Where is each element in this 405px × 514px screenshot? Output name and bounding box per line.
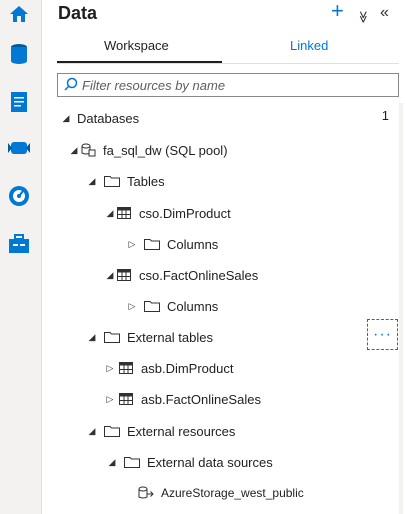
panel-title: Data bbox=[58, 3, 98, 23]
develop-icon[interactable] bbox=[5, 88, 33, 116]
expanded-caret-icon[interactable]: ◢ bbox=[87, 332, 97, 343]
databases-count: 1 bbox=[381, 108, 389, 123]
tree-item-azure-storage[interactable]: AzureStorage_west_public bbox=[137, 482, 304, 504]
tree-item-label: AzureStorage_west_public bbox=[161, 486, 304, 500]
tree-item-label: asb.DimProduct bbox=[141, 360, 234, 376]
expanded-caret-icon[interactable]: ◢ bbox=[105, 270, 115, 281]
tab-workspace[interactable]: Workspace bbox=[104, 38, 169, 53]
folder-icon bbox=[143, 299, 161, 313]
tree-item-databases[interactable]: ◢ Databases bbox=[61, 107, 140, 129]
tree-item-label: External resources bbox=[127, 423, 236, 439]
expanded-caret-icon[interactable]: ◢ bbox=[87, 176, 97, 187]
tree-item-sql-pool[interactable]: ◢ fa_sql_dw (SQL pool) bbox=[69, 139, 228, 161]
monitor-icon[interactable] bbox=[5, 182, 33, 210]
table-icon bbox=[117, 361, 135, 375]
tree-item-label: Columns bbox=[167, 298, 219, 314]
expanded-caret-icon[interactable]: ◢ bbox=[61, 113, 71, 124]
expanded-caret-icon[interactable]: ◢ bbox=[87, 426, 97, 437]
tab-divider bbox=[57, 63, 399, 64]
tree-item-asb-fact-online-sales[interactable]: ▷ asb.FactOnlineSales bbox=[105, 388, 261, 410]
tree-item-label: cso.FactOnlineSales bbox=[139, 267, 259, 283]
tree-item-dim-product[interactable]: ◢ cso.DimProduct bbox=[105, 202, 231, 224]
collapsed-caret-icon[interactable]: ▷ bbox=[105, 394, 115, 405]
filter-input[interactable] bbox=[82, 76, 382, 94]
tree-item-label: Tables bbox=[127, 173, 165, 189]
tree-item-fact-online-sales[interactable]: ◢ cso.FactOnlineSales bbox=[105, 264, 259, 286]
resource-tree: ◢ Databases ◢ fa_sql_dw (SQL pool) ◢ Tab… bbox=[57, 103, 399, 514]
search-icon bbox=[64, 77, 78, 96]
add-resource-icon[interactable]: + bbox=[331, 0, 344, 22]
manage-icon[interactable] bbox=[5, 230, 33, 258]
hide-panel-icon[interactable]: « bbox=[380, 3, 389, 23]
collapse-all-icon[interactable]: ≫ bbox=[353, 11, 373, 24]
filter-box bbox=[57, 73, 399, 97]
collapsed-caret-icon[interactable]: ▷ bbox=[127, 239, 137, 250]
home-icon[interactable] bbox=[5, 0, 33, 28]
tree-item-external-tables[interactable]: ◢ External tables bbox=[87, 326, 213, 348]
tree-item-label: asb.FactOnlineSales bbox=[141, 391, 261, 407]
expanded-caret-icon[interactable]: ◢ bbox=[107, 457, 117, 468]
table-icon bbox=[115, 268, 133, 282]
tree-item-label: External tables bbox=[127, 329, 213, 345]
sql-pool-icon bbox=[79, 143, 97, 157]
tree-item-label: Columns bbox=[167, 236, 219, 252]
folder-icon bbox=[103, 174, 121, 188]
folder-icon bbox=[123, 455, 141, 469]
tree-item-external-data-sources[interactable]: ◢ External data sources bbox=[107, 451, 273, 473]
folder-icon bbox=[103, 330, 121, 344]
tab-selected-indicator bbox=[57, 61, 222, 63]
tree-item-label: External data sources bbox=[147, 454, 273, 470]
tree-item-asb-dim-product[interactable]: ▷ asb.DimProduct bbox=[105, 357, 234, 379]
tree-item-label: fa_sql_dw (SQL pool) bbox=[103, 142, 228, 158]
tree-item-external-resources[interactable]: ◢ External resources bbox=[87, 420, 236, 442]
tab-linked[interactable]: Linked bbox=[290, 38, 328, 53]
tree-item-tables[interactable]: ◢ Tables bbox=[87, 170, 165, 192]
folder-icon bbox=[103, 424, 121, 438]
external-data-source-icon bbox=[137, 486, 155, 500]
collapsed-caret-icon[interactable]: ▷ bbox=[127, 301, 137, 312]
folder-icon bbox=[143, 237, 161, 251]
activity-rail bbox=[0, 0, 42, 514]
tree-item-label: cso.DimProduct bbox=[139, 205, 231, 221]
tree-item-label: Databases bbox=[77, 110, 140, 126]
more-actions-button[interactable]: ··· bbox=[367, 319, 398, 350]
expanded-caret-icon[interactable]: ◢ bbox=[105, 208, 115, 219]
scrollbar[interactable] bbox=[399, 103, 403, 514]
tree-item-fact-online-sales-columns[interactable]: ▷ Columns bbox=[127, 295, 219, 317]
tree-item-dim-product-columns[interactable]: ▷ Columns bbox=[127, 233, 219, 255]
expanded-caret-icon[interactable]: ◢ bbox=[69, 145, 79, 156]
data-hub-icon[interactable] bbox=[5, 40, 33, 68]
table-icon bbox=[115, 206, 133, 220]
table-icon bbox=[117, 392, 135, 406]
collapsed-caret-icon[interactable]: ▷ bbox=[105, 363, 115, 374]
integrate-icon[interactable] bbox=[5, 134, 33, 162]
